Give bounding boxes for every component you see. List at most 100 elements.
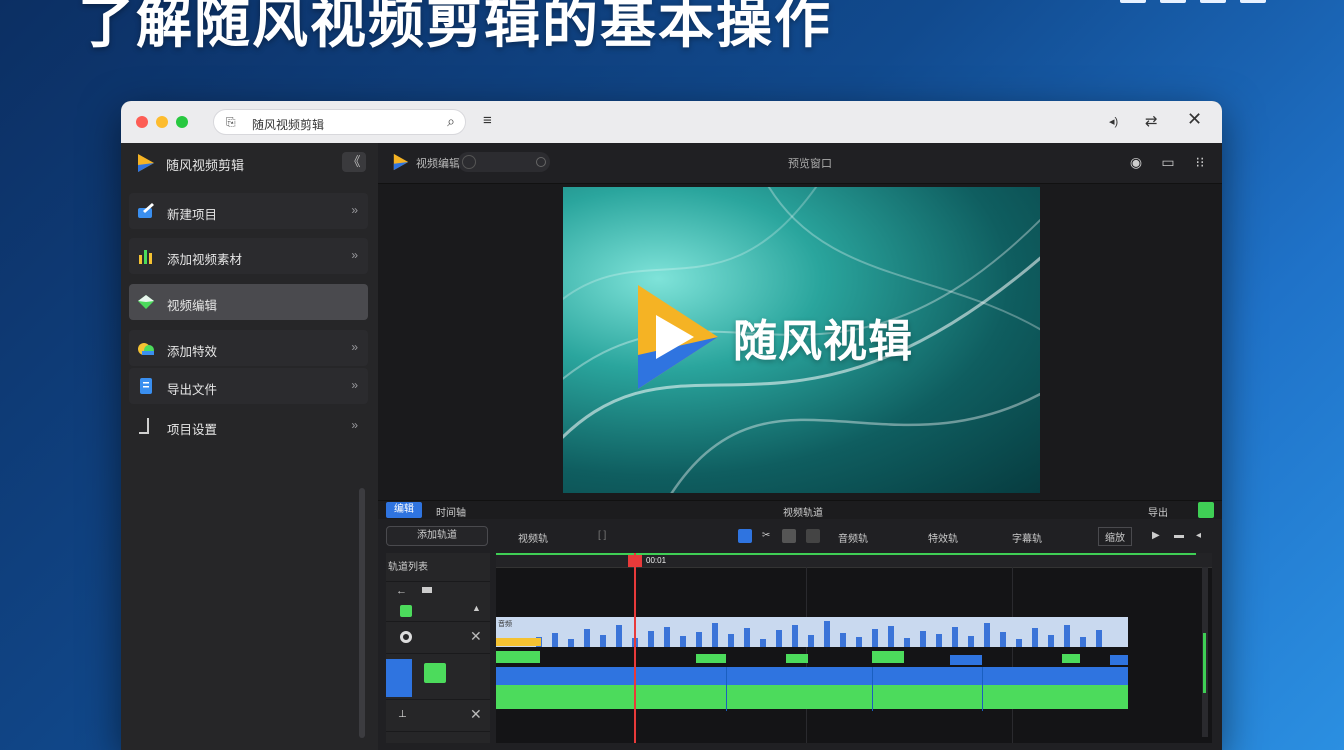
toggle-ring-icon	[462, 155, 476, 169]
subtitle-track-label[interactable]: 字幕轨	[1012, 530, 1042, 545]
track-header-row	[386, 657, 490, 700]
page-icon: ⎘	[226, 115, 236, 129]
effect-clip[interactable]	[1110, 655, 1128, 665]
search-icon[interactable]: ⌕	[447, 113, 455, 130]
video-clip[interactable]	[496, 667, 1128, 687]
sidebar-item-new-project[interactable]: 新建项目 »	[129, 193, 368, 229]
sidebar-item-export[interactable]: 导出文件 »	[129, 368, 368, 404]
back-arrow-icon[interactable]: ←	[396, 585, 407, 597]
track-header-title-row: 轨道列表	[386, 553, 490, 582]
eye-icon[interactable]	[400, 631, 412, 643]
collapse-sidebar-button[interactable]: 《	[342, 152, 366, 172]
play-icon[interactable]: ▶	[1152, 530, 1160, 541]
sidebar-header: 随风视频剪辑 《	[121, 143, 378, 183]
mask-tool-icon[interactable]	[806, 529, 820, 543]
toggle-knob-icon	[536, 157, 546, 167]
video-clip[interactable]	[496, 685, 1128, 709]
waveform-bar	[824, 621, 830, 647]
audio-track-label[interactable]: 音频轨	[838, 530, 868, 545]
waveform-bar	[920, 631, 926, 647]
header-center-title: 预览窗口	[788, 158, 832, 170]
effect-clip[interactable]	[786, 654, 808, 663]
volume-icon[interactable]: ◂)	[1109, 115, 1118, 128]
export-button[interactable]	[1198, 502, 1214, 518]
track-color-icon	[400, 605, 412, 617]
header-toggle-field[interactable]	[458, 152, 550, 172]
sidebar-item-label: 添加视频素材	[167, 253, 243, 267]
close-icon[interactable]: ✕	[1187, 109, 1202, 130]
chevron-right-icon: »	[351, 203, 358, 217]
waveform-bar	[728, 634, 734, 647]
playhead-handle[interactable]	[628, 555, 642, 567]
settings-icon[interactable]: ⁝⁝	[1190, 152, 1210, 172]
close-window-button[interactable]	[136, 116, 148, 128]
crop-tool-icon[interactable]	[782, 529, 796, 543]
diamond-icon	[138, 295, 154, 309]
mute-icon[interactable]: ✕	[470, 706, 482, 723]
window-icon[interactable]: ▭	[1158, 152, 1178, 172]
waveform-bar	[760, 639, 766, 647]
tab-edit[interactable]: 编辑	[386, 502, 422, 518]
effect-clip[interactable]	[496, 651, 540, 663]
bracket-icon: [ ]	[598, 530, 607, 541]
time-ruler[interactable]	[496, 553, 1212, 568]
video-preview[interactable]: 随风视辑	[563, 187, 1040, 493]
waveform-bar	[696, 632, 702, 647]
record-icon[interactable]: ◉	[1126, 152, 1146, 172]
track-selected-marker[interactable]	[386, 659, 412, 697]
waveform-bar	[808, 635, 814, 647]
effect-clip[interactable]	[696, 654, 726, 663]
marker-strip[interactable]	[496, 638, 541, 646]
effect-clip[interactable]	[872, 651, 904, 663]
tab-timeline[interactable]: 时间轴	[436, 504, 466, 519]
share-icon[interactable]: ⇄	[1145, 112, 1158, 130]
playhead[interactable]	[634, 553, 636, 743]
menu-icon[interactable]: ≡	[483, 112, 492, 129]
zoom-button[interactable]: 缩放	[1098, 527, 1132, 546]
track-type-icon: ⊥	[398, 709, 407, 720]
sidebar-scrollbar[interactable]	[359, 488, 365, 738]
timeline-panel: 编辑 时间轴 视频轨道 导出 添加轨道 视频轨 [ ] ✂ 音频轨 特效轨 字幕…	[378, 500, 1222, 750]
edit-icon	[138, 203, 154, 218]
video-track-label[interactable]: 视频轨	[518, 530, 548, 545]
waveform-bar	[856, 637, 862, 647]
tracks-area[interactable]: 音频 00:01	[496, 553, 1212, 743]
cut-tool-icon[interactable]: ✂	[762, 530, 770, 541]
volume-icon[interactable]: ◂	[1196, 530, 1201, 541]
effect-clip[interactable]	[950, 655, 982, 665]
chevron-right-icon: »	[351, 248, 358, 262]
timeline-scroll-thumb[interactable]	[1203, 633, 1206, 693]
waveform-bar	[600, 635, 606, 647]
maximize-window-button[interactable]	[176, 116, 188, 128]
timeline-title: 视频轨道	[783, 508, 823, 519]
waveform-bar	[616, 625, 622, 647]
minimize-window-button[interactable]	[156, 116, 168, 128]
document-icon	[140, 378, 152, 394]
export-label[interactable]: 导出	[1148, 504, 1168, 519]
sidebar-item-add-effects[interactable]: 添加特效 »	[129, 330, 368, 366]
brand-logo-icon	[638, 285, 718, 389]
select-tool-icon[interactable]	[738, 529, 752, 543]
add-track-button[interactable]: 添加轨道	[386, 526, 488, 546]
lock-icon[interactable]: ▲	[472, 603, 481, 613]
audio-clip[interactable]: 音频	[496, 617, 1128, 647]
sidebar-item-label: 项目设置	[167, 423, 218, 437]
waveform-bar	[1048, 635, 1054, 647]
timeline-toolbar: 添加轨道 视频轨 [ ] ✂ 音频轨 特效轨 字幕轨 缩放 ▶ ▬ ◂	[378, 523, 1222, 549]
sidebar-item-settings[interactable]: 项目设置 »	[129, 408, 368, 444]
folder-icon[interactable]: ▬	[1174, 530, 1184, 541]
address-bar[interactable]: ⎘ 随风视频剪辑 ⌕	[213, 109, 466, 135]
mute-icon[interactable]: ✕	[470, 628, 482, 645]
clip-icon	[422, 587, 432, 593]
effect-clip[interactable]	[1062, 654, 1080, 663]
bar-chart-icon	[139, 250, 152, 264]
effect-track-label[interactable]: 特效轨	[928, 530, 958, 545]
sidebar-item-add-media[interactable]: 添加视频素材 »	[129, 238, 368, 274]
waveform-bar	[648, 631, 654, 647]
waveform-bar	[680, 636, 686, 647]
cloud-icon	[138, 343, 154, 355]
waveform-bar	[792, 625, 798, 647]
sidebar-item-video-edit[interactable]: 视频编辑	[129, 284, 368, 320]
waveform-bar	[888, 626, 894, 647]
dash	[1120, 0, 1146, 3]
